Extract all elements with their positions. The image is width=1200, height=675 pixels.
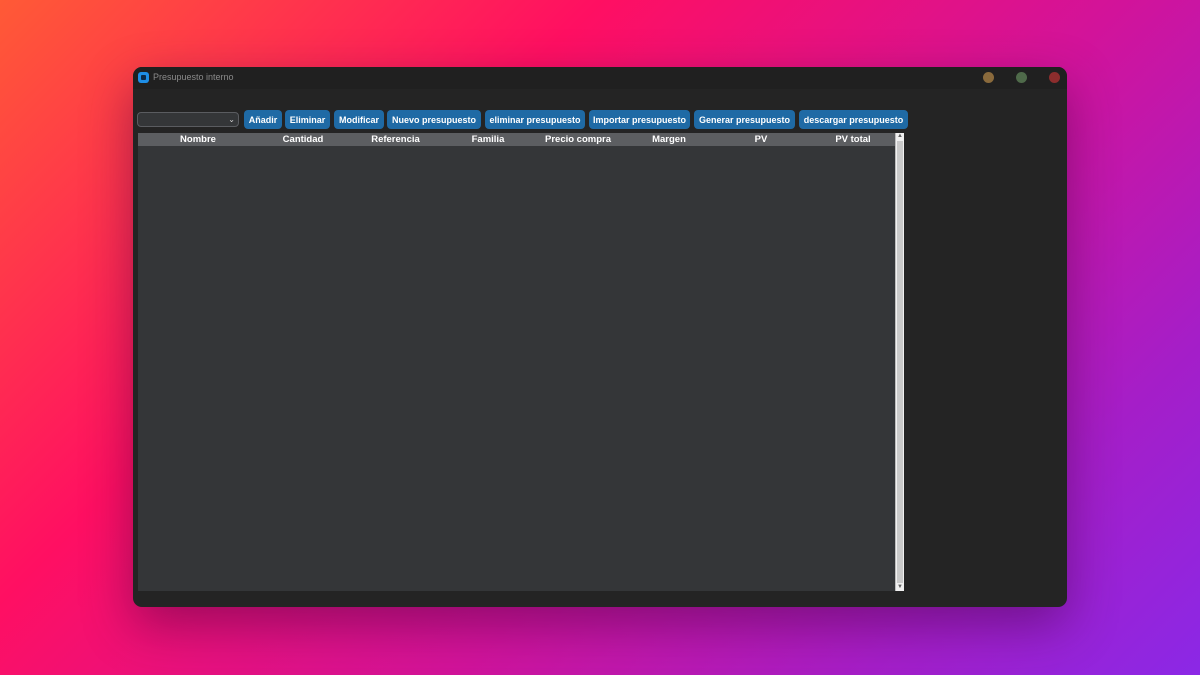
delete-budget-button[interactable]: eliminar presupuesto [485, 110, 585, 129]
window-title: Presupuesto interno [153, 72, 234, 82]
column-header-familia[interactable]: Familia [443, 133, 533, 146]
column-header-pv-total[interactable]: PV total [807, 133, 899, 146]
generate-budget-button[interactable]: Generar presupuesto [694, 110, 795, 129]
app-window: Presupuesto interno ⌄ Añadir Eliminar Mo… [133, 67, 1067, 607]
close-button[interactable] [1049, 72, 1060, 83]
delete-button[interactable]: Eliminar [285, 110, 330, 129]
scroll-thumb[interactable] [897, 141, 903, 583]
column-header-nombre[interactable]: Nombre [138, 133, 258, 146]
column-header-margen[interactable]: Margen [623, 133, 715, 146]
maximize-button[interactable] [1016, 72, 1027, 83]
add-button[interactable]: Añadir [244, 110, 282, 129]
column-header-precio-compra[interactable]: Precio compra [533, 133, 623, 146]
modify-button[interactable]: Modificar [334, 110, 384, 129]
title-bar[interactable]: Presupuesto interno [133, 67, 1067, 89]
app-icon [138, 72, 149, 83]
scroll-down-icon[interactable]: ▼ [896, 584, 904, 591]
scroll-up-icon[interactable]: ▲ [896, 133, 904, 140]
column-header-referencia[interactable]: Referencia [348, 133, 443, 146]
budget-table[interactable]: Nombre Cantidad Referencia Familia Preci… [138, 133, 904, 591]
table-scrollbar[interactable]: ▲ ▼ [895, 133, 904, 591]
column-header-cantidad[interactable]: Cantidad [258, 133, 348, 146]
download-budget-button[interactable]: descargar presupuesto [799, 110, 908, 129]
budget-selector[interactable]: ⌄ [137, 112, 239, 127]
column-header-pv[interactable]: PV [715, 133, 807, 146]
new-budget-button[interactable]: Nuevo presupuesto [387, 110, 481, 129]
minimize-button[interactable] [983, 72, 994, 83]
chevron-down-icon: ⌄ [228, 115, 235, 124]
import-budget-button[interactable]: Importar presupuesto [589, 110, 690, 129]
table-header: Nombre Cantidad Referencia Familia Preci… [138, 133, 895, 146]
